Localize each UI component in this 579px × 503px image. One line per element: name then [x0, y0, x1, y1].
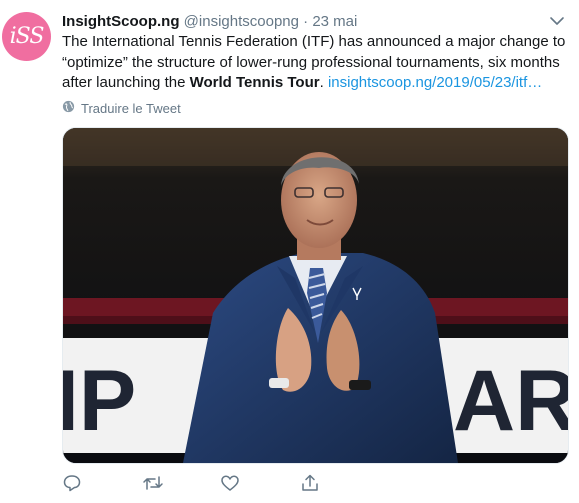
author-name[interactable]: InsightScoop.ng: [62, 13, 180, 30]
avatar-text: iSS: [9, 24, 45, 49]
photo-illustration: IP ARI: [63, 128, 568, 463]
tweet-text: The International Tennis Federation (ITF…: [62, 32, 567, 94]
tweet-link[interactable]: insightscoop.ng/2019/05/23/itf…: [328, 74, 542, 91]
chevron-down-icon[interactable]: [548, 12, 566, 30]
header-separator: ·: [303, 13, 309, 30]
tweet-actions: [62, 473, 362, 497]
tweet-image[interactable]: IP ARI: [62, 127, 569, 464]
tweet-text-bold: World Tennis Tour: [189, 74, 320, 91]
globe-icon: [62, 100, 75, 116]
tweet-text-part2: .: [319, 74, 328, 91]
retweet-icon[interactable]: [142, 473, 166, 497]
avatar[interactable]: iSS: [2, 12, 51, 61]
author-handle[interactable]: @insightscoopng: [184, 13, 299, 30]
like-icon[interactable]: [220, 473, 244, 497]
translate-tweet-button[interactable]: Traduire le Tweet: [62, 100, 181, 116]
tweet-header: InsightScoop.ng @insightscoopng · 23 mai: [62, 12, 357, 32]
reply-icon[interactable]: [62, 473, 86, 497]
tweet[interactable]: iSS InsightScoop.ng @insightscoopng · 23…: [0, 0, 579, 503]
translate-label: Traduire le Tweet: [81, 100, 181, 116]
tweet-date[interactable]: 23 mai: [312, 13, 357, 30]
banner-text-right: ARI: [453, 353, 568, 449]
share-icon[interactable]: [300, 473, 324, 497]
banner-text-left: IP: [63, 353, 136, 449]
